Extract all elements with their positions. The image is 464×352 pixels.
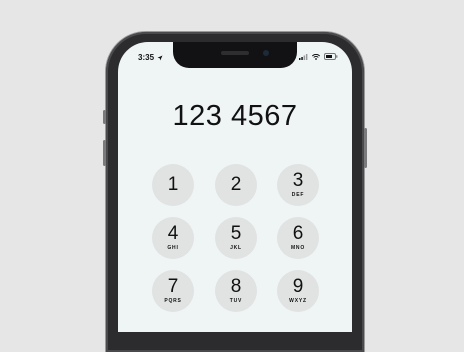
key-digit: 5: [230, 223, 242, 244]
side-button: [103, 110, 106, 124]
keypad-key-6[interactable]: 6 MNO: [277, 217, 319, 259]
key-letters: MNO: [290, 245, 306, 251]
location-arrow-icon: [157, 55, 163, 61]
key-letters: WXYZ: [289, 298, 307, 304]
speaker: [221, 51, 249, 55]
keypad-key-4[interactable]: 4 GHI: [152, 217, 194, 259]
side-button: [364, 128, 367, 168]
key-digit: 1: [167, 174, 179, 195]
status-time-label: 3:35: [138, 53, 155, 62]
keypad-key-1[interactable]: 1: [152, 164, 194, 206]
notch: [173, 42, 297, 68]
cellular-signal-icon: [299, 53, 308, 60]
wifi-icon: [312, 53, 320, 60]
status-time: 3:35: [138, 53, 163, 62]
key-digit: 9: [292, 276, 304, 297]
key-letters: PQRS: [164, 298, 182, 304]
status-icons: [299, 53, 338, 60]
front-camera: [263, 50, 269, 56]
key-digit: 3: [292, 170, 304, 191]
key-digit: 4: [167, 223, 179, 244]
key-digit: 6: [292, 223, 304, 244]
keypad-key-9[interactable]: 9 WXYZ: [277, 270, 319, 312]
keypad-key-8[interactable]: 8 TUV: [215, 270, 257, 312]
key-letters: GHI: [167, 245, 179, 251]
dialed-number: 123 4567: [172, 100, 298, 132]
keypad-key-2[interactable]: 2: [215, 164, 257, 206]
phone-screen: 3:35 123 4567 1 2 3 DEF 4 GHI 5 JKL 6 MN…: [118, 42, 352, 332]
keypad-key-7[interactable]: 7 PQRS: [152, 270, 194, 312]
key-digit: 8: [230, 276, 242, 297]
key-letters: JKL: [230, 245, 242, 251]
key-letters: TUV: [229, 298, 243, 304]
key-digit: 2: [230, 174, 242, 195]
keypad-key-3[interactable]: 3 DEF: [277, 164, 319, 206]
battery-icon: [324, 53, 338, 60]
key-digit: 7: [167, 276, 179, 297]
keypad-key-5[interactable]: 5 JKL: [215, 217, 257, 259]
side-button: [103, 140, 106, 166]
key-letters: DEF: [291, 192, 305, 198]
